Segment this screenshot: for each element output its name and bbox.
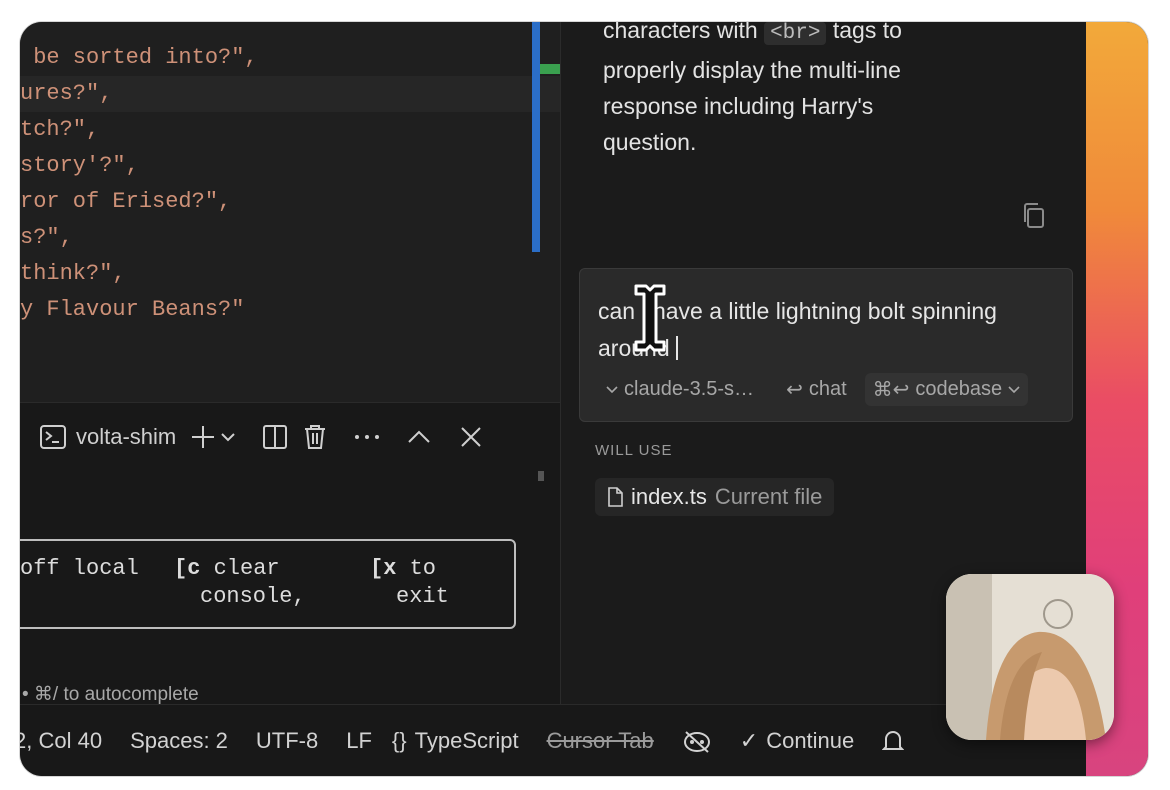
autocomplete-hint: • ⌘/ to autocomplete — [22, 684, 199, 705]
ibeam-cursor-icon — [630, 282, 670, 359]
code-line[interactable]: , — [20, 22, 33, 40]
help-clear-line2: console, — [200, 584, 306, 609]
continue-button[interactable]: ✓ Continue — [726, 728, 869, 754]
terminal-toolbar: volta-shim — [40, 417, 484, 457]
code-line[interactable]: ror of Erised?", — [20, 184, 231, 220]
file-icon — [608, 487, 623, 507]
status-bar: 2, Col 40 Spaces: 2 UTF-8 LF {} TypeScri… — [20, 704, 1086, 776]
help-exit: [x to — [370, 555, 436, 583]
code-line[interactable]: tch?", — [20, 112, 99, 148]
help-local: off local — [20, 556, 139, 581]
terminal-name[interactable]: volta-shim — [76, 424, 176, 450]
terminal-scrollbar[interactable] — [538, 471, 544, 481]
encoding[interactable]: UTF-8 — [242, 728, 332, 754]
inline-code: <br> — [764, 22, 827, 45]
line-endings[interactable]: LF — [332, 728, 386, 754]
indentation[interactable]: Spaces: 2 — [116, 728, 242, 754]
help-exit-text: to — [396, 556, 437, 581]
close-icon[interactable] — [458, 424, 484, 450]
git-change-marker — [540, 64, 560, 74]
help-clear-key: [c — [174, 556, 201, 581]
bell-icon[interactable] — [868, 729, 918, 753]
webcam-overlay — [946, 574, 1114, 740]
terminal-panel: volta-shim off local [c clear console, [… — [20, 402, 560, 705]
response-line-1: characters with <br> tags to — [603, 22, 1023, 52]
chevron-up-icon[interactable] — [406, 424, 432, 450]
chevron-down-icon — [1008, 385, 1020, 393]
response-line-3: response including Harry's — [603, 93, 874, 119]
braces-icon: {} — [391, 728, 407, 753]
code-line[interactable]: y Flavour Beans?" — [20, 292, 244, 328]
codebase-button[interactable]: ⌘↩ codebase — [864, 373, 1029, 406]
cursor-tab-toggle[interactable]: Cursor Tab — [533, 728, 668, 754]
split-icon[interactable] — [262, 424, 288, 450]
copy-icon[interactable] — [1021, 202, 1047, 235]
cursor-position[interactable]: 2, Col 40 — [20, 728, 116, 754]
code-line[interactable]: story'?", — [20, 148, 139, 184]
response-line-4: question. — [603, 129, 697, 155]
response-text: characters with — [603, 22, 758, 43]
codebase-label: codebase — [915, 378, 1003, 400]
code-editor[interactable]: , be sorted into?",ures?",tch?",story'?"… — [20, 22, 560, 402]
help-clear-text: clear — [200, 556, 280, 581]
more-icon[interactable] — [354, 424, 380, 450]
text-caret — [675, 336, 678, 360]
context-file-chip[interactable]: index.ts Current file — [595, 478, 835, 516]
language-mode[interactable]: {} TypeScript — [386, 728, 533, 754]
codebase-shortcut: ⌘↩ — [872, 379, 910, 401]
code-line[interactable]: think?", — [20, 256, 126, 292]
check-icon: ✓ — [739, 728, 759, 753]
will-use-label: WILL USE — [595, 442, 673, 459]
language-label: TypeScript — [414, 728, 519, 753]
plus-icon[interactable] — [190, 424, 216, 450]
chevron-down-icon[interactable] — [220, 424, 236, 450]
code-line[interactable]: ures?", — [20, 76, 560, 112]
file-note: Current file — [714, 484, 823, 509]
file-name: index.ts — [631, 484, 707, 509]
help-exit-line2: exit — [396, 584, 449, 609]
editor-scrollbar[interactable] — [532, 22, 540, 252]
code-line[interactable]: s?", — [20, 220, 73, 256]
chat-submit-button[interactable]: ↩ chat — [778, 373, 855, 406]
chat-label: chat — [808, 378, 847, 400]
model-selector[interactable]: claude-3.5-s… — [598, 374, 762, 405]
chevron-down-icon — [606, 385, 618, 393]
copilot-icon[interactable] — [668, 728, 726, 754]
code-line[interactable]: be sorted into?", — [20, 40, 257, 76]
terminal-icon — [40, 424, 66, 450]
trash-icon[interactable] — [302, 424, 328, 450]
help-exit-key: [x — [370, 556, 397, 581]
response-text: tags to — [832, 22, 902, 43]
model-name: claude-3.5-s… — [624, 378, 755, 400]
help-clear: [c clear — [174, 555, 280, 583]
enter-icon: ↩ — [786, 379, 803, 401]
assistant-response: characters with <br> tags to properly di… — [603, 22, 1023, 160]
response-line-2: properly display the multi-line — [603, 57, 901, 83]
chat-input-controls: claude-3.5-s… ↩ chat ⌘↩ codebase — [598, 373, 1029, 406]
terminal-help-box: off local [c clear console, [x to exit — [20, 539, 516, 629]
continue-label: Continue — [766, 728, 855, 753]
